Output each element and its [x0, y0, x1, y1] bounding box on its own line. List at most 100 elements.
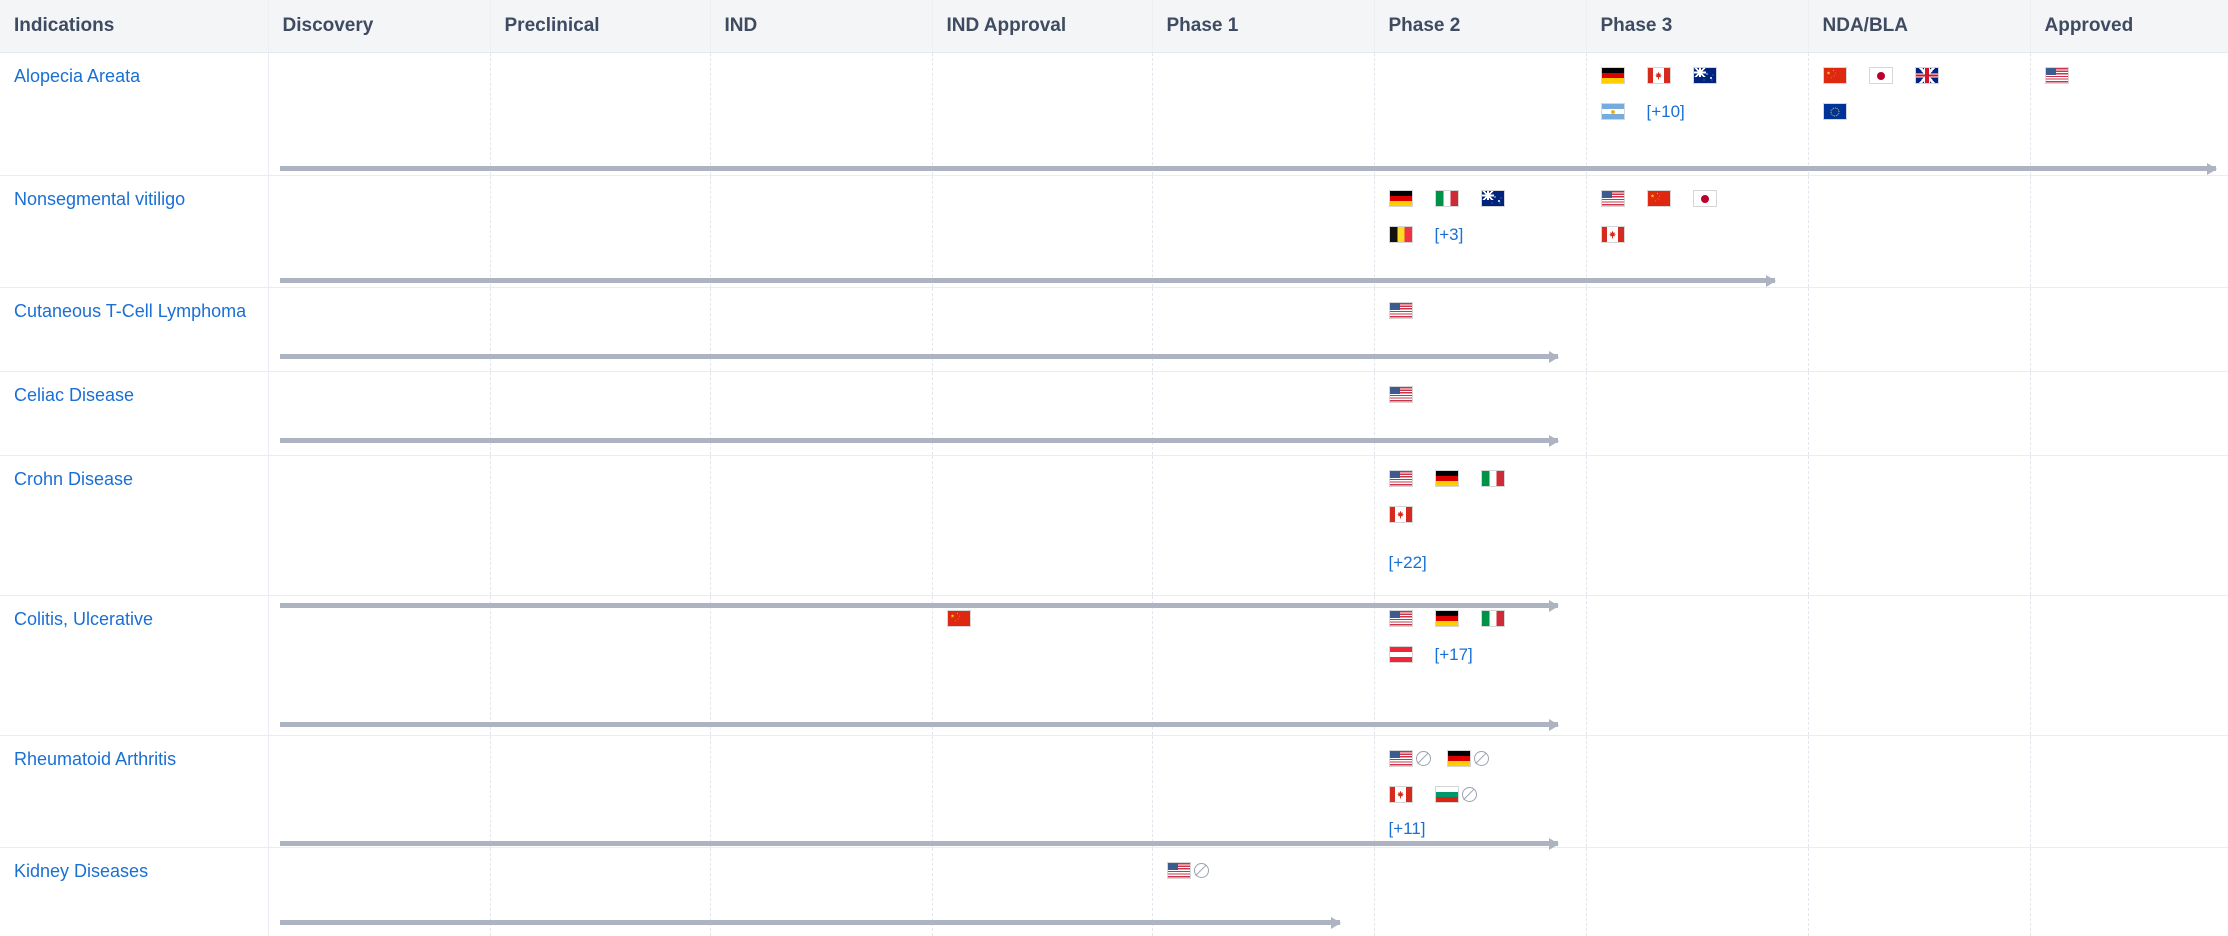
indication-link[interactable]: Cutaneous T-Cell Lymphoma	[14, 300, 246, 323]
indication-link[interactable]: Alopecia Areata	[14, 65, 140, 88]
flag-it-icon[interactable]	[1481, 470, 1505, 487]
flag-entry[interactable]	[1389, 224, 1435, 246]
flag-it-icon[interactable]	[1435, 190, 1459, 207]
flag-entry[interactable]	[1823, 65, 1869, 87]
flag-us-icon[interactable]	[1389, 610, 1413, 627]
flag-entry[interactable]	[1601, 224, 1647, 246]
more-countries-link[interactable]: [+11]	[1389, 820, 1459, 837]
cell-approved	[2030, 371, 2228, 455]
flag-ca-icon[interactable]	[1389, 786, 1413, 803]
flag-entry[interactable]	[1481, 188, 1527, 210]
indication-link[interactable]: Nonsegmental vitiligo	[14, 188, 185, 211]
flag-entry[interactable]	[1601, 65, 1647, 87]
flag-entry[interactable]	[1435, 468, 1481, 490]
indication-link[interactable]: Kidney Diseases	[14, 860, 148, 883]
indication-link[interactable]: Celiac Disease	[14, 384, 134, 407]
flag-us-icon[interactable]	[1167, 862, 1191, 879]
indication-cell: Colitis, Ulcerative	[0, 595, 268, 735]
flag-cn-icon[interactable]	[1823, 67, 1847, 84]
flag-entry[interactable]	[1389, 748, 1447, 770]
table-header: Indications Discovery Preclinical IND IN…	[0, 0, 2228, 52]
flag-entry[interactable]	[1481, 608, 1527, 630]
flag-entry[interactable]	[1481, 468, 1527, 490]
flag-entry[interactable]	[1435, 784, 1493, 806]
flag-us-icon[interactable]	[1389, 470, 1413, 487]
flag-cn-icon[interactable]	[1647, 190, 1671, 207]
flag-de-icon[interactable]	[1447, 750, 1471, 767]
column-header-ind[interactable]: IND	[710, 0, 932, 52]
flag-entry[interactable]	[1389, 188, 1435, 210]
flag-entry[interactable]	[1693, 65, 1739, 87]
cell-phase2	[1374, 287, 1586, 371]
flag-ca-icon[interactable]	[1601, 226, 1625, 243]
flag-ar-icon[interactable]	[1601, 103, 1625, 120]
cell-ind-approval	[932, 287, 1152, 371]
column-header-ind-approval[interactable]: IND Approval	[932, 0, 1152, 52]
flag-eu-icon[interactable]	[1823, 103, 1847, 120]
flag-entry[interactable]	[1823, 101, 1869, 123]
flag-entry[interactable]	[1389, 468, 1435, 490]
more-countries-link[interactable]: [+10]	[1647, 103, 1717, 120]
flag-au-icon[interactable]	[1693, 67, 1717, 84]
flag-us-icon[interactable]	[1389, 302, 1413, 319]
flag-entry[interactable]	[1693, 188, 1739, 210]
flag-entry[interactable]	[1647, 65, 1693, 87]
flag-entry[interactable]	[1647, 188, 1693, 210]
column-header-discovery[interactable]: Discovery	[268, 0, 490, 52]
flag-us-icon[interactable]	[1389, 386, 1413, 403]
column-header-approved[interactable]: Approved	[2030, 0, 2228, 52]
flag-entry[interactable]	[1389, 300, 1435, 322]
more-countries-link[interactable]: [+17]	[1435, 646, 1505, 663]
flag-at-icon[interactable]	[1389, 646, 1413, 663]
indication-link[interactable]: Colitis, Ulcerative	[14, 608, 153, 631]
flag-ca-icon[interactable]	[1389, 506, 1413, 523]
flag-cn-icon[interactable]	[947, 610, 971, 627]
flag-de-icon[interactable]	[1435, 470, 1459, 487]
flag-entry[interactable]	[1915, 65, 1961, 87]
table-row: Celiac Disease	[0, 371, 2228, 455]
cell-discovery	[268, 735, 490, 847]
flag-entry[interactable]	[947, 608, 993, 630]
flag-be-icon[interactable]	[1389, 226, 1413, 243]
no-entry-icon	[1194, 863, 1209, 878]
cell-preclinical	[490, 847, 710, 936]
flag-entry[interactable]	[1389, 384, 1435, 406]
flag-jp-icon[interactable]	[1869, 67, 1893, 84]
flag-entry[interactable]	[1389, 644, 1435, 666]
flag-entry[interactable]	[1869, 65, 1915, 87]
column-header-nda-bla[interactable]: NDA/BLA	[1808, 0, 2030, 52]
flag-entry[interactable]	[1389, 504, 1435, 526]
indication-link[interactable]: Rheumatoid Arthritis	[14, 748, 176, 771]
column-header-phase-3[interactable]: Phase 3	[1586, 0, 1808, 52]
indication-link[interactable]: Crohn Disease	[14, 468, 133, 491]
flag-entry[interactable]	[1435, 188, 1481, 210]
flag-de-icon[interactable]	[1601, 67, 1625, 84]
column-header-phase-2[interactable]: Phase 2	[1374, 0, 1586, 52]
column-header-preclinical[interactable]: Preclinical	[490, 0, 710, 52]
more-countries-link[interactable]: [+3]	[1435, 226, 1505, 243]
column-header-indications[interactable]: Indications	[0, 0, 268, 52]
flag-gb-icon[interactable]	[1915, 67, 1939, 84]
flag-bg-icon[interactable]	[1435, 786, 1459, 803]
flag-entry[interactable]	[1389, 784, 1435, 806]
flag-au-icon[interactable]	[1481, 190, 1505, 207]
flag-entry[interactable]	[1389, 608, 1435, 630]
flag-it-icon[interactable]	[1481, 610, 1505, 627]
cell-phase1	[1152, 455, 1374, 595]
flag-entry[interactable]	[1601, 101, 1647, 123]
flag-de-icon[interactable]	[1435, 610, 1459, 627]
more-countries-link[interactable]: [+22]	[1389, 554, 1541, 571]
column-header-phase-1[interactable]: Phase 1	[1152, 0, 1374, 52]
flag-entry[interactable]	[1601, 188, 1647, 210]
flag-de-icon[interactable]	[1389, 190, 1413, 207]
flag-ca-icon[interactable]	[1647, 67, 1671, 84]
flag-entry[interactable]	[2045, 65, 2091, 87]
flag-us-icon[interactable]	[1389, 750, 1413, 767]
flag-us-icon[interactable]	[1601, 190, 1625, 207]
indication-cell: Celiac Disease	[0, 371, 268, 455]
flag-entry[interactable]	[1435, 608, 1481, 630]
flag-us-icon[interactable]	[2045, 67, 2069, 84]
flag-entry[interactable]	[1167, 860, 1225, 882]
flag-entry[interactable]	[1447, 748, 1505, 770]
flag-jp-icon[interactable]	[1693, 190, 1717, 207]
